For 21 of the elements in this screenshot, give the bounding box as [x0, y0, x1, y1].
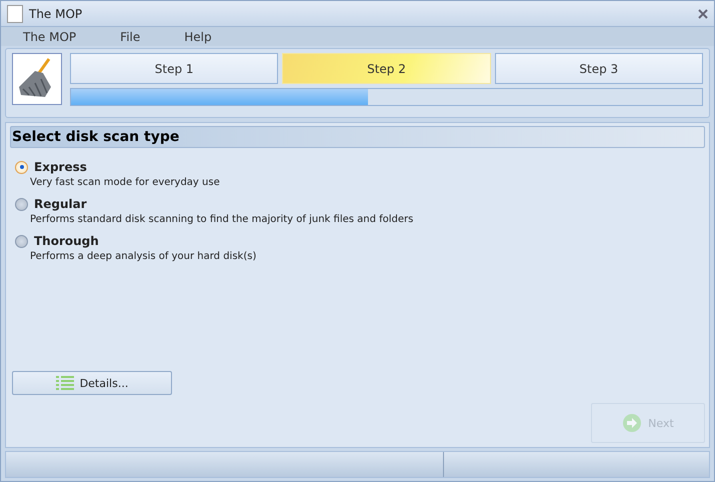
radio-icon[interactable]: [15, 234, 28, 248]
step-tab[interactable]: Step 3: [494, 53, 703, 84]
step-tab[interactable]: Step 2: [282, 53, 491, 84]
close-icon[interactable]: [698, 8, 708, 18]
step-tab[interactable]: Step 1: [70, 53, 278, 84]
window-title: The MOP: [29, 6, 84, 20]
option-description: Performs a deep analysis of your hard disk(s): [30, 251, 258, 262]
menu-item[interactable]: The MOP: [1, 30, 98, 44]
option-description: Very fast scan mode for everyday use: [30, 177, 221, 188]
radio-option[interactable]: Thorough: [15, 234, 99, 248]
app-icon: [7, 4, 23, 22]
radio-option[interactable]: Express: [15, 160, 87, 174]
list-icon: [56, 375, 74, 391]
radio-icon[interactable]: [15, 198, 28, 210]
details-button[interactable]: Details...: [12, 371, 172, 395]
menu-item[interactable]: File: [98, 30, 162, 44]
menu-item[interactable]: Help: [162, 30, 234, 44]
radio-option[interactable]: Regular: [15, 197, 87, 211]
option-description: Performs standard disk scanning to find the majority of junk files and folders: [30, 214, 414, 225]
section-title: Select disk scan type: [10, 126, 705, 148]
radio-icon[interactable]: [15, 160, 28, 174]
